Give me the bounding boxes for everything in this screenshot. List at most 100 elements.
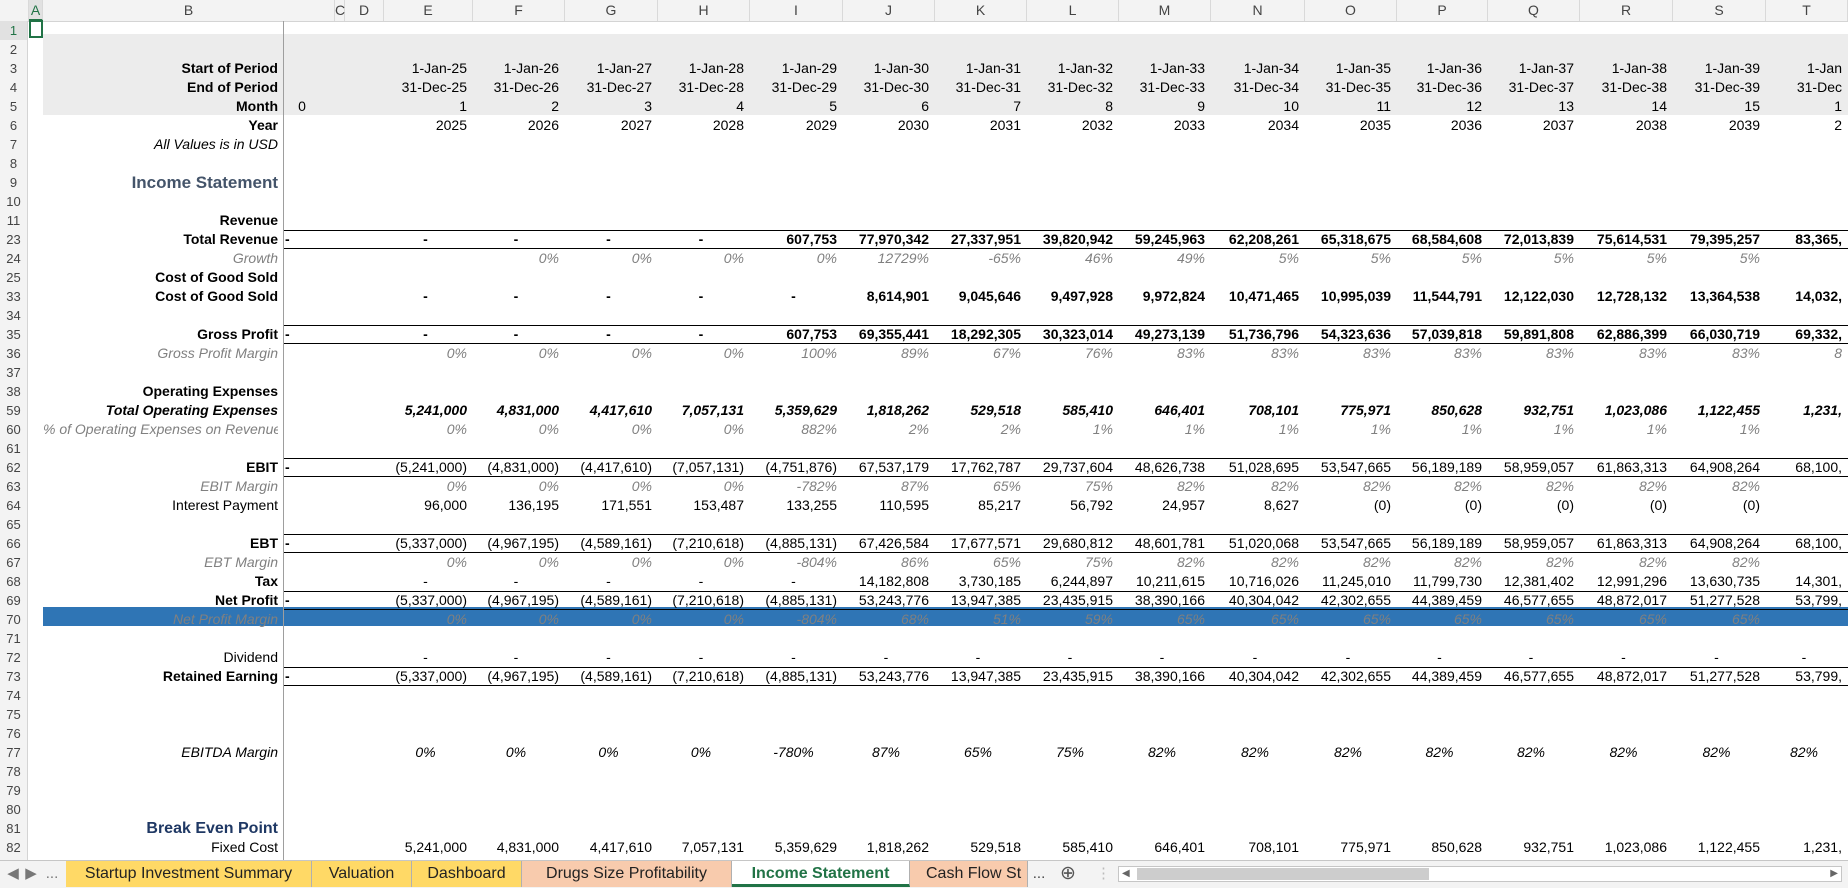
cell-ebit-margin-j[interactable]: 87% xyxy=(843,477,929,496)
row-header-34[interactable]: 34 xyxy=(0,306,28,325)
row-header-76[interactable]: 76 xyxy=(0,724,28,743)
cell-gross-margin-g[interactable]: 0% xyxy=(565,344,652,363)
cell-ebitda-margin-o[interactable]: 82% xyxy=(1305,743,1391,762)
cell-opex-pct-i[interactable]: 882% xyxy=(750,420,837,439)
row-header-62[interactable]: 62 xyxy=(0,458,28,477)
cell-cogs-o[interactable]: 10,995,039 xyxy=(1305,287,1391,306)
row-header-4[interactable]: 4 xyxy=(0,78,28,97)
cell-d-gross-profit[interactable]: - xyxy=(285,325,319,344)
cell-growth-j[interactable]: 12729% xyxy=(843,249,929,268)
cell-total-revenue-m[interactable]: 59,245,963 xyxy=(1119,230,1205,249)
row-header-23[interactable]: 23 xyxy=(0,230,28,249)
cell-ebt-margin-l[interactable]: 75% xyxy=(1027,553,1113,572)
cell-growth-q[interactable]: 5% xyxy=(1488,249,1574,268)
cell-start-t[interactable]: 1-Jan xyxy=(1766,59,1842,78)
cell-retained-f[interactable]: (4,967,195) xyxy=(473,667,559,686)
cell-year-s[interactable]: 2039 xyxy=(1673,116,1760,135)
cell-gross-margin-e[interactable]: 0% xyxy=(384,344,467,363)
column-header-g[interactable]: G xyxy=(565,0,658,21)
cell-ebitda-margin-t[interactable]: 82% xyxy=(1766,743,1842,762)
cell-end-i[interactable]: 31-Dec-29 xyxy=(750,78,837,97)
cell-year-h[interactable]: 2028 xyxy=(658,116,744,135)
cell-d-total-revenue[interactable]: - xyxy=(285,230,319,249)
cell-fixed-cost-j[interactable]: 1,818,262 xyxy=(843,838,929,857)
cell-retained-l[interactable]: 23,435,915 xyxy=(1027,667,1113,686)
cell-end-j[interactable]: 31-Dec-30 xyxy=(843,78,929,97)
cell-fixed-cost-t[interactable]: 1,231, xyxy=(1766,838,1842,857)
cell-total-revenue-g[interactable]: - xyxy=(565,230,652,249)
cell-net-margin-g[interactable]: 0% xyxy=(565,610,652,629)
scroll-right-arrow-icon[interactable]: ▶ xyxy=(1830,867,1838,881)
cell-interest-s[interactable]: (0) xyxy=(1673,496,1760,515)
cell-opex-pct-r[interactable]: 1% xyxy=(1580,420,1667,439)
cell-d-month[interactable]: 0 xyxy=(285,97,319,116)
cell-net-margin-m[interactable]: 65% xyxy=(1119,610,1205,629)
row-header-2[interactable]: 2 xyxy=(0,40,28,59)
worksheet-grid[interactable]: Start of Period 1-Jan-25 1-Jan-26 1-Jan-27 1… xyxy=(29,21,1848,860)
cell-ebitda-margin-s[interactable]: 82% xyxy=(1673,743,1760,762)
cell-total-opex-t[interactable]: 1,231, xyxy=(1766,401,1842,420)
cell-opex-pct-l[interactable]: 1% xyxy=(1027,420,1113,439)
row-header-9[interactable]: 9 xyxy=(0,173,28,192)
cell-ebt-s[interactable]: 64,908,264 xyxy=(1673,534,1760,553)
cell-gross-profit-r[interactable]: 62,886,399 xyxy=(1580,325,1667,344)
cell-net-profit-p[interactable]: 44,389,459 xyxy=(1397,591,1482,610)
cell-ebit-margin-m[interactable]: 82% xyxy=(1119,477,1205,496)
cell-tax-h[interactable]: - xyxy=(658,572,744,591)
cell-ebit-p[interactable]: 56,189,189 xyxy=(1397,458,1482,477)
cell-end-p[interactable]: 31-Dec-36 xyxy=(1397,78,1482,97)
cell-year-q[interactable]: 2037 xyxy=(1488,116,1574,135)
tab-cash-flow-statement[interactable]: Cash Flow St xyxy=(910,861,1028,887)
cell-total-opex-r[interactable]: 1,023,086 xyxy=(1580,401,1667,420)
cell-total-opex-n[interactable]: 708,101 xyxy=(1211,401,1299,420)
cell-cogs-h[interactable]: - xyxy=(658,287,744,306)
cell-net-profit-g[interactable]: (4,589,161) xyxy=(565,591,652,610)
cell-ebitda-e[interactable]: (5,241,000) xyxy=(384,724,467,743)
row-header-24[interactable]: 24 xyxy=(0,249,28,268)
cell-retained-k[interactable]: 13,947,385 xyxy=(935,667,1021,686)
cell-cogs-l[interactable]: 9,497,928 xyxy=(1027,287,1113,306)
cell-dividend-j[interactable]: - xyxy=(843,648,929,667)
cell-month-j[interactable]: 6 xyxy=(843,97,929,116)
cell-gross-margin-m[interactable]: 83% xyxy=(1119,344,1205,363)
cell-d-ebt[interactable]: - xyxy=(285,534,319,553)
cell-dividend-t[interactable]: - xyxy=(1766,648,1842,667)
cell-start-h[interactable]: 1-Jan-28 xyxy=(658,59,744,78)
cell-opex-pct-g[interactable]: 0% xyxy=(565,420,652,439)
cell-cogs-q[interactable]: 12,122,030 xyxy=(1488,287,1574,306)
cell-gross-margin-l[interactable]: 76% xyxy=(1027,344,1113,363)
row-header-5[interactable]: 5 xyxy=(0,97,28,116)
cell-ebitda-p[interactable]: 56,218,589 xyxy=(1397,724,1482,743)
cell-dividend-q[interactable]: - xyxy=(1488,648,1574,667)
cell-year-f[interactable]: 2026 xyxy=(473,116,559,135)
cell-ebitda-q[interactable]: 58,988,457 xyxy=(1488,724,1574,743)
cell-ebitda-m[interactable]: 48,656,138 xyxy=(1119,724,1205,743)
cell-gross-profit-m[interactable]: 49,273,139 xyxy=(1119,325,1205,344)
cell-fixed-cost-g[interactable]: 4,417,610 xyxy=(565,838,652,857)
cell-retained-m[interactable]: 38,390,166 xyxy=(1119,667,1205,686)
cell-ebitda-margin-r[interactable]: 82% xyxy=(1580,743,1667,762)
cell-ebit-margin-l[interactable]: 75% xyxy=(1027,477,1113,496)
cell-fixed-cost-f[interactable]: 4,831,000 xyxy=(473,838,559,857)
cell-year-k[interactable]: 2031 xyxy=(935,116,1021,135)
cell-retained-g[interactable]: (4,589,161) xyxy=(565,667,652,686)
cell-total-revenue-f[interactable]: - xyxy=(473,230,559,249)
cell-net-profit-e[interactable]: (5,337,000) xyxy=(384,591,467,610)
cell-retained-j[interactable]: 53,243,776 xyxy=(843,667,929,686)
cell-gross-margin-t[interactable]: 8 xyxy=(1766,344,1842,363)
cell-ebit-t[interactable]: 68,100, xyxy=(1766,458,1842,477)
column-header-f[interactable]: F xyxy=(473,0,565,21)
column-header-d[interactable]: D xyxy=(345,0,384,21)
cell-end-g[interactable]: 31-Dec-27 xyxy=(565,78,652,97)
cell-year-g[interactable]: 2027 xyxy=(565,116,652,135)
cell-start-m[interactable]: 1-Jan-33 xyxy=(1119,59,1205,78)
cell-ebt-margin-k[interactable]: 65% xyxy=(935,553,1021,572)
cell-net-margin-j[interactable]: 68% xyxy=(843,610,929,629)
scrollbar-thumb[interactable] xyxy=(1137,868,1429,880)
cell-opex-pct-s[interactable]: 1% xyxy=(1673,420,1760,439)
cell-gross-margin-p[interactable]: 83% xyxy=(1397,344,1482,363)
tab-more-left-button[interactable]: ... xyxy=(40,861,64,887)
cell-opex-pct-q[interactable]: 1% xyxy=(1488,420,1574,439)
row-header-82[interactable]: 82 xyxy=(0,838,28,857)
cell-cogs-m[interactable]: 9,972,824 xyxy=(1119,287,1205,306)
